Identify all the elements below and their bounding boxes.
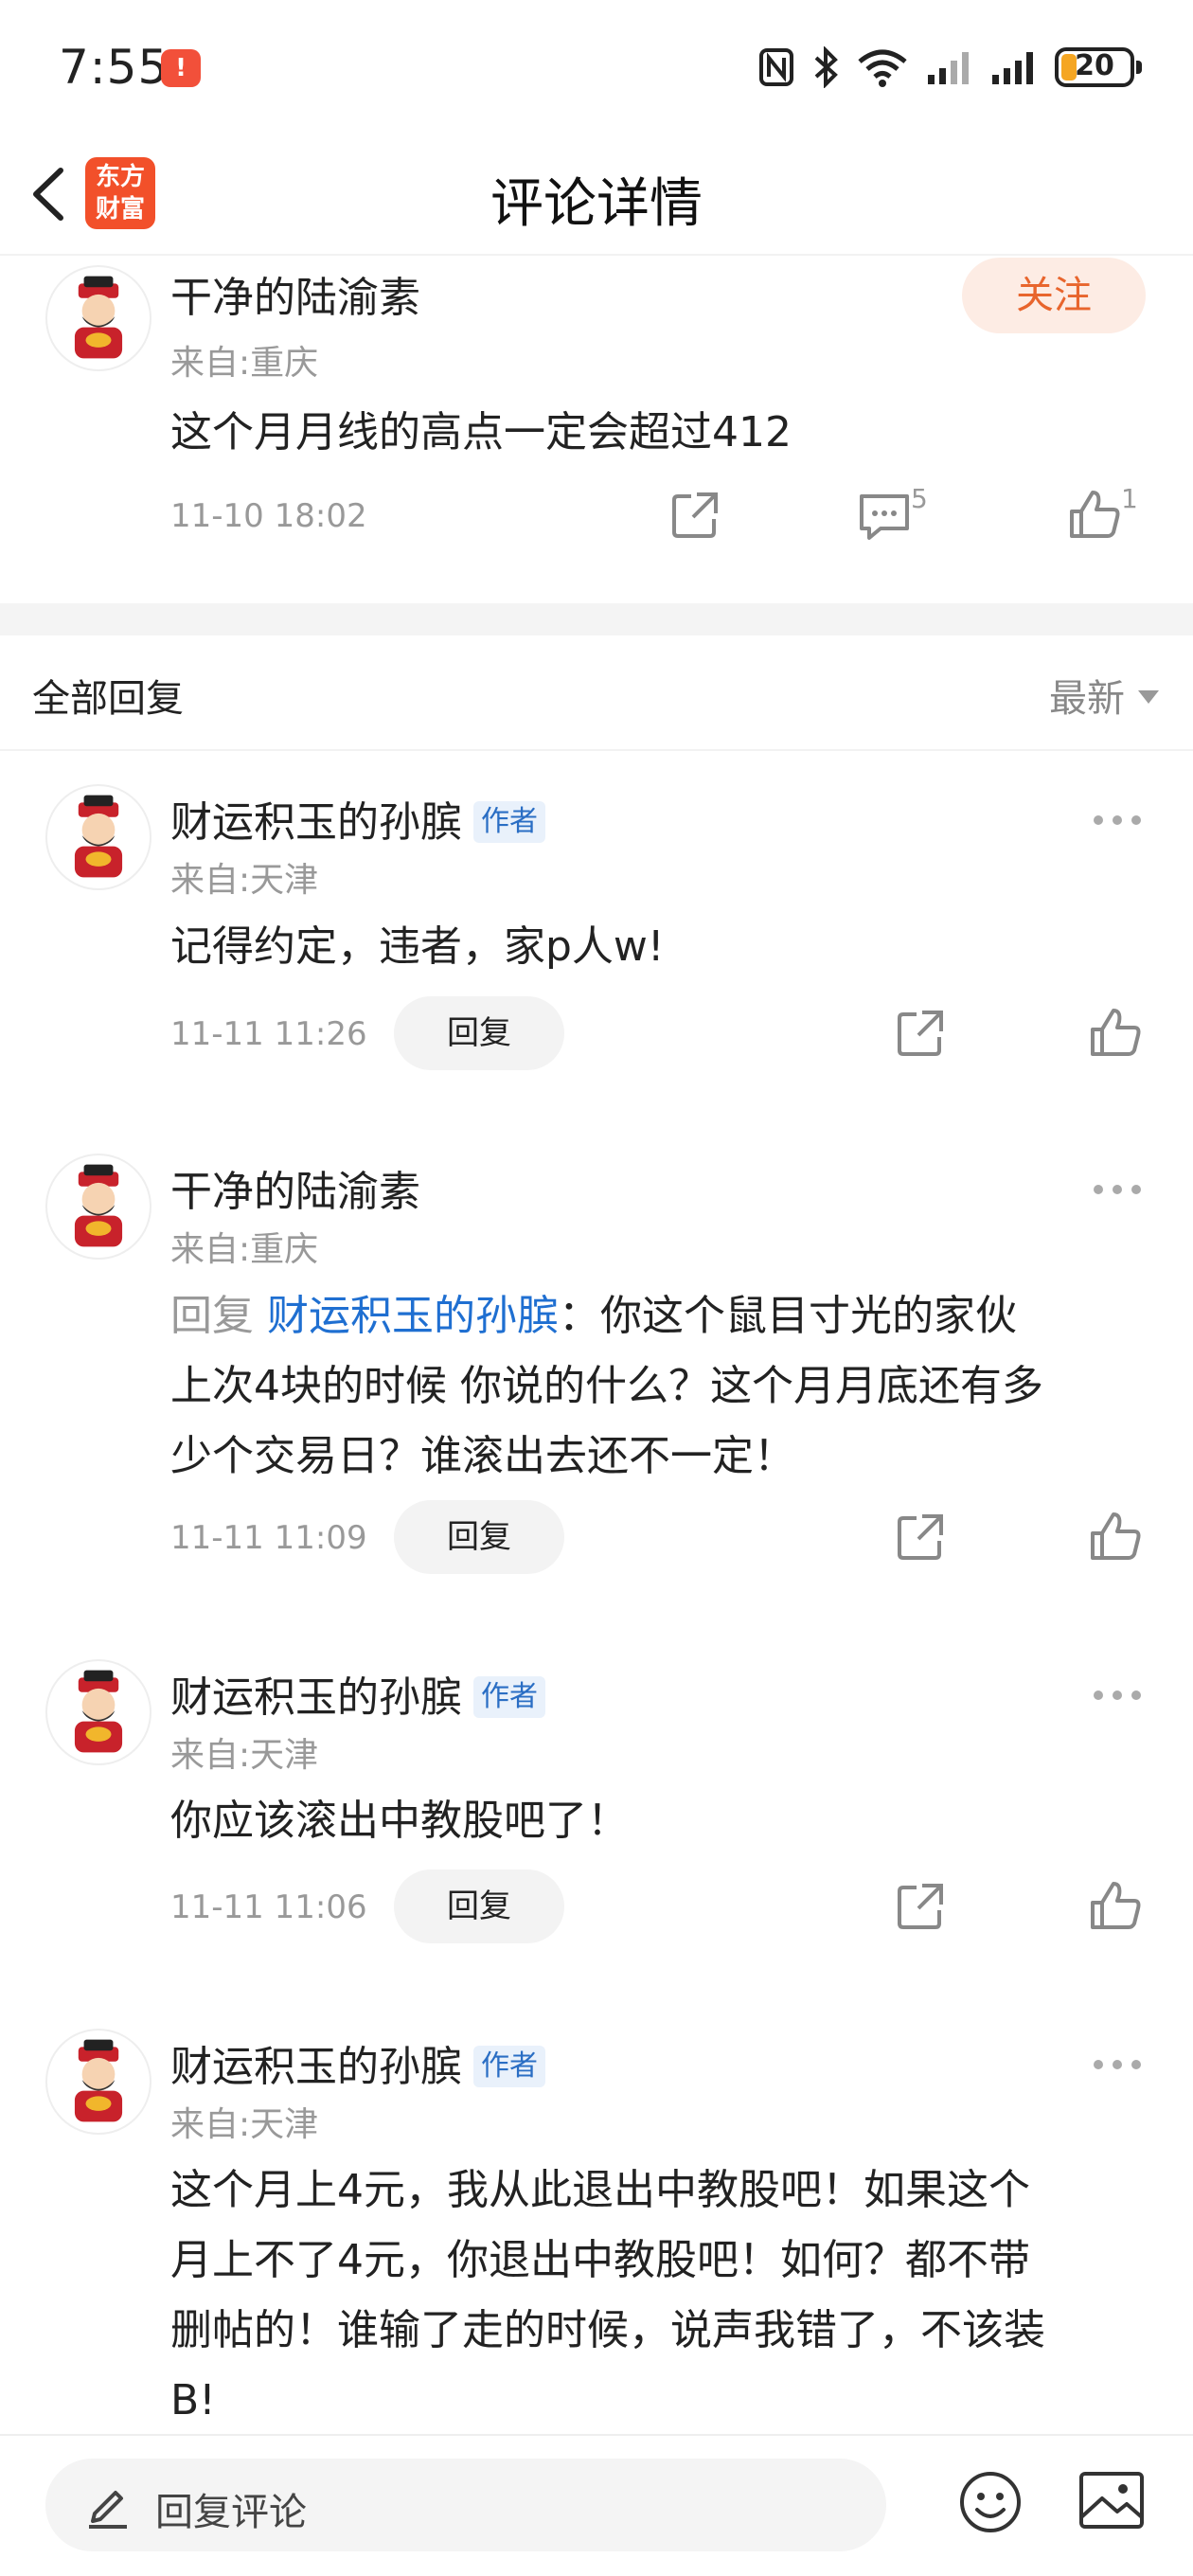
share-icon[interactable] xyxy=(892,1509,949,1565)
more-icon[interactable] xyxy=(1089,1180,1146,1199)
reply-text: 回复 财运积玉的孙膑：你这个鼠目寸光的家伙 上次4块的时候 你说的什么？这个月月… xyxy=(170,1281,1155,1492)
reply-time: 11-11 11:06 xyxy=(170,1888,367,1926)
author-badge: 作者 xyxy=(473,801,545,843)
status-icons: 20 xyxy=(757,44,1142,91)
reply-text: 你应该滚出中教股吧了！ xyxy=(170,1797,629,1845)
reply-item: 财运积玉的孙膑 作者 来自:天津 记得约定，违者，家p人w! 11-11 11:2… xyxy=(0,777,1193,1089)
emoji-icon[interactable] xyxy=(958,2470,1023,2534)
sort-label: 最新 xyxy=(1049,677,1125,721)
author-name[interactable]: 财运积玉的孙膑 作者 xyxy=(170,788,545,849)
reply-input[interactable]: 回复评论 xyxy=(45,2459,886,2551)
author-name[interactable]: 干净的陆渝素 xyxy=(170,263,420,324)
reply-item: 干净的陆渝素 来自:重庆 回复 财运积玉的孙膑：你这个鼠目寸光的家伙 上次4块的… xyxy=(0,1146,1193,1582)
battery-icon: 20 xyxy=(1055,47,1142,87)
page-title: 评论详情 xyxy=(490,173,703,235)
notification-badge: ! xyxy=(161,49,201,87)
image-icon[interactable] xyxy=(1077,2470,1146,2531)
reply-text-line: 少个交易日？谁滚出去还不一定！ xyxy=(170,1432,795,1480)
comment-icon[interactable] xyxy=(856,487,913,544)
reply-prefix: 回复 xyxy=(170,1292,267,1340)
author-badge: 作者 xyxy=(473,2046,545,2087)
share-icon[interactable] xyxy=(667,487,723,544)
bottom-bar: 回复评论 xyxy=(0,2434,1193,2576)
more-icon[interactable] xyxy=(1089,811,1146,830)
reply-button[interactable]: 回复 xyxy=(394,1869,564,1943)
reply-button[interactable]: 回复 xyxy=(394,1500,564,1574)
like-icon[interactable] xyxy=(1087,1878,1144,1935)
reply-item: 财运积玉的孙膑 作者 来自:天津 这个月上4元，我从此退出中教股吧！如果这个 月上… xyxy=(0,2021,1193,2434)
nav-bar: 东方 财富 评论详情 xyxy=(0,133,1193,256)
like-count: 1 xyxy=(1121,483,1138,514)
like-icon[interactable] xyxy=(1066,487,1123,544)
author-location: 来自:重庆 xyxy=(170,344,319,383)
avatar[interactable] xyxy=(45,2029,151,2135)
reply-button[interactable]: 回复 xyxy=(394,996,564,1070)
author-location: 来自:重庆 xyxy=(170,1230,319,1269)
author-badge: 作者 xyxy=(473,1676,545,1718)
reply-text-line: B! xyxy=(170,2376,216,2424)
reply-input-placeholder: 回复评论 xyxy=(155,2491,307,2534)
avatar[interactable] xyxy=(45,1659,151,1765)
author-name-text: 财运积玉的孙膑 xyxy=(170,798,462,847)
status-time: 7:55 xyxy=(59,40,169,95)
reply-time: 11-11 11:26 xyxy=(170,1015,367,1053)
author-name-text: 财运积玉的孙膑 xyxy=(170,2043,462,2091)
nfc-icon xyxy=(759,48,793,86)
like-icon[interactable] xyxy=(1087,1509,1144,1565)
pencil-icon xyxy=(89,2491,127,2529)
replies-title: 全部回复 xyxy=(32,677,184,721)
comment-text: 这个月月线的高点一定会超过412 xyxy=(170,408,792,456)
reply-text-line: 月上不了4元，你退出中教股吧！如何？都不带 xyxy=(170,2236,1030,2284)
author-location: 来自:天津 xyxy=(170,861,319,900)
avatar[interactable] xyxy=(45,1154,151,1260)
reply-text-line: 上次4块的时候 你说的什么？这个月月底还有多 xyxy=(170,1362,1043,1410)
author-location: 来自:天津 xyxy=(170,1736,319,1775)
replies-header: 全部回复 最新 xyxy=(0,635,1193,751)
sort-dropdown[interactable]: 最新 xyxy=(1049,668,1159,723)
signal-icon-1 xyxy=(928,52,969,84)
main-comment: 干净的陆渝素 来自:重庆 关注 这个月月线的高点一定会超过412 11-10 1… xyxy=(0,258,1193,603)
share-icon[interactable] xyxy=(892,1878,949,1935)
section-divider xyxy=(0,603,1193,635)
author-name[interactable]: 财运积玉的孙膑 作者 xyxy=(170,1663,545,1724)
signal-icon-2 xyxy=(992,52,1033,84)
comment-count: 5 xyxy=(911,483,928,514)
reply-text: 记得约定，违者，家p人w! xyxy=(170,922,665,971)
share-icon[interactable] xyxy=(892,1005,949,1062)
avatar[interactable] xyxy=(45,265,151,371)
wifi-icon xyxy=(858,49,907,87)
more-icon[interactable] xyxy=(1089,1686,1146,1705)
author-name-text: 财运积玉的孙膑 xyxy=(170,1673,462,1722)
avatar[interactable] xyxy=(45,784,151,890)
reply-item: 财运积玉的孙膑 作者 来自:天津 你应该滚出中教股吧了！ 11-11 11:06 … xyxy=(0,1652,1193,1955)
author-name[interactable]: 财运积玉的孙膑 作者 xyxy=(170,2032,545,2093)
reply-text-part: ：你这个鼠目寸光的家伙 xyxy=(559,1292,1017,1340)
battery-level: 20 xyxy=(1075,49,1114,82)
reply-text-line: 这个月上4元，我从此退出中教股吧！如果这个 xyxy=(170,2166,1030,2214)
more-icon[interactable] xyxy=(1089,2055,1146,2074)
reply-time: 11-11 11:09 xyxy=(170,1519,367,1557)
mention-link[interactable]: 财运积玉的孙膑 xyxy=(267,1292,559,1340)
dropdown-triangle-icon xyxy=(1138,690,1159,704)
comment-time: 11-10 18:02 xyxy=(170,497,367,535)
author-location: 来自:天津 xyxy=(170,2105,319,2144)
author-name[interactable]: 干净的陆渝素 xyxy=(170,1157,420,1218)
status-bar: 7:55 ! 20 xyxy=(0,0,1193,133)
reply-text-line: 回复 财运积玉的孙膑：你这个鼠目寸光的家伙 xyxy=(170,1281,1155,1351)
follow-button[interactable]: 关注 xyxy=(962,258,1146,333)
reply-text-line: 删帖的！谁输了走的时候，说声我错了，不该装 xyxy=(170,2306,1045,2354)
bluetooth-icon xyxy=(814,46,838,88)
reply-text: 这个月上4元，我从此退出中教股吧！如果这个 月上不了4元，你退出中教股吧！如何？… xyxy=(170,2156,1155,2436)
like-icon[interactable] xyxy=(1087,1005,1144,1062)
